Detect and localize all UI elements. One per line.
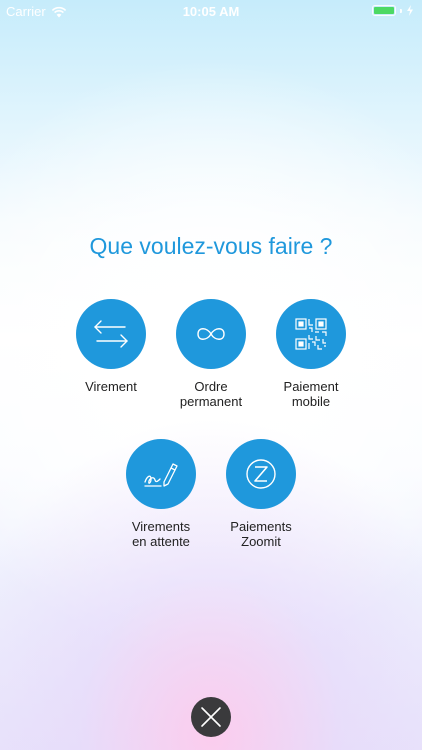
ordre-permanent-label: Ordre permanent: [179, 379, 243, 409]
infinity-icon: [197, 328, 225, 340]
virement-button[interactable]: [76, 299, 146, 369]
close-button[interactable]: [191, 697, 231, 737]
paiements-zoomit-button[interactable]: [226, 439, 296, 509]
action-paiements-zoomit[interactable]: Paiements Zoomit: [201, 439, 321, 549]
page-title: Que voulez-vous faire ?: [89, 233, 333, 259]
status-bar: Carrier 10:05 AM: [0, 0, 422, 22]
paiement-mobile-button[interactable]: [276, 299, 346, 369]
zoomit-icon: [246, 459, 276, 489]
virements-en-attente-button[interactable]: [126, 439, 196, 509]
battery-tip: [400, 8, 402, 13]
transfer-arrows-icon: [94, 320, 128, 348]
virements-en-attente-label: Virements en attente: [131, 519, 191, 549]
paiements-zoomit-label: Paiements Zoomit: [230, 519, 292, 549]
signature-pen-icon: [144, 463, 178, 487]
action-paiement-mobile[interactable]: Paiement mobile: [251, 299, 371, 409]
status-time: 10:05 AM: [182, 4, 240, 19]
battery-icon: [372, 5, 396, 16]
close-icon: [201, 707, 221, 727]
battery-group: [372, 5, 414, 16]
qr-code-icon: [295, 318, 327, 350]
paiement-mobile-label: Paiement mobile: [283, 379, 339, 409]
ordre-permanent-button[interactable]: [176, 299, 246, 369]
charging-icon: [407, 5, 413, 16]
battery-level: [374, 7, 394, 14]
virement-label: Virement: [85, 379, 137, 394]
